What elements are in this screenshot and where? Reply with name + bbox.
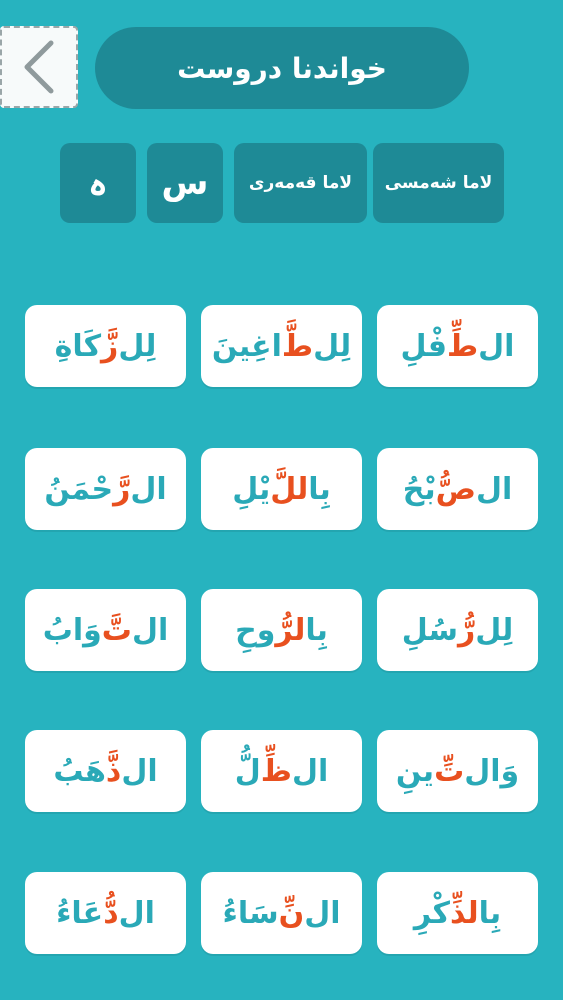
- word-card[interactable]: ال صُّ بْحُ: [377, 448, 538, 530]
- word-prefix: لِل: [313, 328, 352, 364]
- word-highlight: طَّ: [281, 328, 314, 364]
- word-card[interactable]: بِا للَّ يْلِ: [201, 448, 362, 530]
- word-highlight: لرُّ: [275, 612, 306, 648]
- word-card[interactable]: ال تَّ وَابُ: [25, 589, 186, 671]
- word-suffix: سَاءُ: [222, 895, 279, 931]
- back-button[interactable]: [0, 26, 78, 108]
- word-highlight: رَّ: [113, 471, 131, 507]
- word-prefix: ال: [118, 895, 155, 931]
- word-highlight: زَّ: [101, 328, 119, 364]
- chevron-left-icon: [24, 40, 54, 94]
- tab-solar-lam[interactable]: لاما شەمسی: [373, 143, 504, 223]
- word-suffix: وحِ: [235, 612, 276, 648]
- tab-letter-s[interactable]: س: [147, 143, 223, 223]
- word-prefix: بِا: [478, 895, 502, 931]
- word-card[interactable]: ال دُّ عَاءُ: [25, 872, 186, 954]
- word-suffix: ينِ: [395, 753, 435, 789]
- word-highlight: صُّ: [435, 471, 476, 507]
- word-suffix: وَابُ: [42, 612, 102, 648]
- word-card[interactable]: بِا لرُّ وحِ: [201, 589, 362, 671]
- word-suffix: بْحُ: [402, 471, 436, 507]
- word-highlight: نِّ: [278, 895, 305, 931]
- word-prefix: ال: [291, 753, 329, 789]
- tab-letter-o[interactable]: ہ: [60, 143, 136, 223]
- word-suffix: عَاءُ: [56, 895, 104, 931]
- word-highlight: ذَّ: [105, 753, 122, 789]
- word-suffix: كْرِ: [413, 895, 450, 931]
- word-prefix: ال: [131, 612, 169, 648]
- word-card[interactable]: ال رَّ حْمَنُ: [25, 448, 186, 530]
- word-prefix: ال: [475, 471, 513, 507]
- word-card[interactable]: لِل رُّ سُلِ: [377, 589, 538, 671]
- page-title: خواندنا دروست: [95, 27, 469, 109]
- word-prefix: ال: [304, 895, 341, 931]
- word-highlight: لذِّ: [450, 895, 479, 931]
- word-prefix: بِا: [305, 612, 328, 648]
- word-card[interactable]: ال ظِّ لُّ: [201, 730, 362, 812]
- word-suffix: فْلِ: [400, 328, 447, 364]
- word-prefix: وَال: [464, 753, 520, 789]
- word-card[interactable]: لِل طَّ اغِينَ: [201, 305, 362, 387]
- word-highlight: ظِّ: [260, 753, 292, 789]
- word-prefix: ال: [130, 471, 167, 507]
- word-highlight: تِّ: [434, 753, 465, 789]
- word-card[interactable]: لِل زَّ كَاةِ: [25, 305, 186, 387]
- word-suffix: حْمَنُ: [44, 471, 114, 507]
- word-prefix: لِل: [475, 612, 514, 648]
- word-suffix: هَبُ: [53, 753, 106, 789]
- word-highlight: رُّ: [457, 612, 476, 648]
- word-card[interactable]: بِا لذِّ كْرِ: [377, 872, 538, 954]
- word-suffix: سُلِ: [401, 612, 458, 648]
- word-suffix: كَاةِ: [54, 328, 102, 364]
- word-suffix: لُّ: [234, 753, 261, 789]
- word-highlight: طِّ: [446, 328, 479, 364]
- word-prefix: ال: [478, 328, 515, 364]
- tab-lunar-lam[interactable]: لاما قەمەری: [234, 143, 367, 223]
- word-highlight: للَّ: [270, 471, 309, 507]
- word-card[interactable]: ال طِّ فْلِ: [377, 305, 538, 387]
- word-suffix: يْلِ: [232, 471, 271, 507]
- word-prefix: لِل: [118, 328, 157, 364]
- word-card[interactable]: ال نِّ سَاءُ: [201, 872, 362, 954]
- word-card[interactable]: وَال تِّ ينِ: [377, 730, 538, 812]
- word-prefix: بِا: [308, 471, 331, 507]
- word-highlight: دُّ: [103, 895, 119, 931]
- word-highlight: تَّ: [101, 612, 132, 648]
- word-card[interactable]: ال ذَّ هَبُ: [25, 730, 186, 812]
- word-prefix: ال: [121, 753, 158, 789]
- word-suffix: اغِينَ: [211, 328, 282, 364]
